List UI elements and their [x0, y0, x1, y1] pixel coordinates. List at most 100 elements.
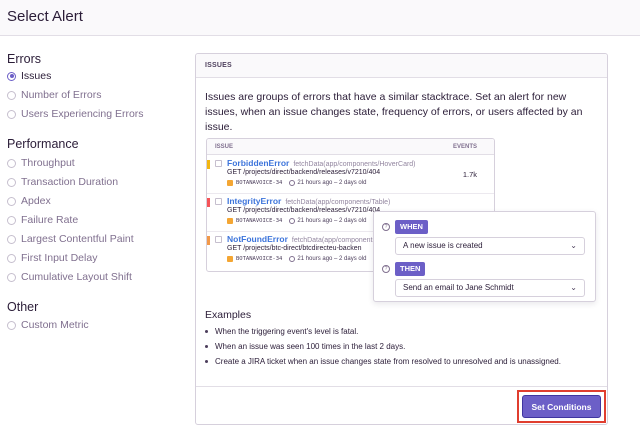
issue-meta: BOTANAVOICE-34 21 hours ago – 2 days old [227, 180, 366, 186]
radio-icon[interactable] [7, 196, 16, 206]
radio-icon[interactable] [7, 272, 16, 282]
project-icon [227, 218, 233, 224]
panel-header-label: ISSUES [205, 62, 232, 69]
example-text: When an issue was seen 100 times in the … [215, 342, 406, 351]
set-conditions-button[interactable]: Set Conditions [522, 395, 601, 418]
info-icon: ? [382, 223, 390, 231]
radio-icon[interactable] [7, 109, 16, 119]
project-id: BOTANAVOICE-34 [236, 180, 283, 186]
then-action-select: Send an email to Jane Schmidt ⌄ [395, 279, 585, 297]
option-label: Issues [21, 70, 52, 82]
issue-age: 21 hours ago – 2 days old [297, 180, 367, 186]
panel-description: Issues are groups of errors that have a … [205, 91, 583, 133]
radio-selected-icon[interactable] [7, 71, 16, 81]
project-icon [227, 180, 233, 186]
option-label: Transaction Duration [21, 176, 119, 188]
radio-icon[interactable] [7, 215, 16, 225]
then-action-value: Send an email to Jane Schmidt [403, 283, 514, 292]
option-label: Custom Metric [21, 319, 89, 331]
issue-name: NotFoundError [227, 234, 288, 244]
issue-path: GET /projects/direct/backend/releases/v7… [227, 207, 381, 214]
issue-title: NotFoundError fetchData(app/components [227, 234, 376, 244]
project-id: BOTANAVOICE-34 [236, 256, 283, 262]
chevron-down-icon: ⌄ [570, 241, 577, 250]
example-item: When the triggering event's level is fat… [205, 327, 358, 336]
option-issues[interactable]: Issues [7, 68, 51, 84]
chevron-down-icon: ⌄ [570, 283, 577, 292]
option-users-experiencing-errors[interactable]: Users Experiencing Errors [7, 106, 144, 122]
checkbox-icon [215, 236, 222, 243]
col-header-issue: ISSUE [215, 144, 234, 150]
issue-path: GET /projects/btc-direct/btcdirecteu-bac… [227, 245, 362, 252]
issue-name: IntegrityError [227, 196, 282, 206]
issue-meta: BOTANAVOICE-34 21 hours ago – 2 days old [227, 218, 366, 224]
col-header-events: EVENTS [452, 144, 477, 150]
examples-title: Examples [205, 309, 252, 321]
highlight-box: Set Conditions [517, 390, 606, 423]
bullet-icon [205, 330, 208, 333]
table-row: ForbiddenError fetchData(app/components/H… [207, 156, 494, 194]
issue-title: ForbiddenError fetchData(app/components/H… [227, 158, 416, 168]
radio-icon[interactable] [7, 320, 16, 330]
issue-age: 21 hours ago – 2 days old [297, 218, 367, 224]
issue-culprit: fetchData(app/components/HoverCard) [293, 161, 416, 168]
option-label: Number of Errors [21, 89, 102, 101]
page-title: Select Alert [7, 8, 83, 25]
radio-icon[interactable] [7, 177, 16, 187]
option-first-input-delay[interactable]: First Input Delay [7, 250, 97, 266]
panel-footer: Set Conditions [196, 386, 607, 424]
issue-meta: BOTANAVOICE-34 21 hours ago – 2 days old [227, 256, 366, 262]
radio-icon[interactable] [7, 158, 16, 168]
group-title-errors: Errors [7, 52, 42, 66]
option-failure-rate[interactable]: Failure Rate [7, 212, 78, 228]
clock-icon [289, 180, 296, 186]
radio-icon[interactable] [7, 253, 16, 263]
alert-rule-preview: ? WHEN A new issue is created ⌄ ? THEN S… [373, 211, 596, 302]
option-label: Largest Contentful Paint [21, 233, 134, 245]
bullet-icon [205, 345, 208, 348]
when-condition-select: A new issue is created ⌄ [395, 237, 585, 255]
group-title-other: Other [7, 300, 39, 314]
option-custom-metric[interactable]: Custom Metric [7, 317, 89, 333]
issue-path: GET /projects/direct/backend/releases/v7… [227, 169, 381, 176]
example-text: When the triggering event's level is fat… [215, 327, 359, 336]
issue-name: ForbiddenError [227, 158, 290, 168]
example-text: Create a JIRA ticket when an issue chang… [215, 357, 561, 366]
radio-icon[interactable] [7, 234, 16, 244]
level-indicator [207, 160, 210, 169]
example-item: Create a JIRA ticket when an issue chang… [205, 357, 561, 366]
option-transaction-duration[interactable]: Transaction Duration [7, 174, 118, 190]
clock-icon [289, 218, 296, 224]
panel-header: ISSUES [196, 54, 607, 78]
option-apdex[interactable]: Apdex [7, 193, 51, 209]
issue-title: IntegrityError fetchData(app/components/T… [227, 196, 390, 206]
page-header: Select Alert [0, 0, 640, 36]
checkbox-icon [215, 160, 222, 167]
alert-type-sidebar: Errors Issues Number of Errors Users Exp… [0, 36, 190, 447]
option-number-of-errors[interactable]: Number of Errors [7, 87, 102, 103]
option-largest-contentful-paint[interactable]: Largest Contentful Paint [7, 231, 134, 247]
option-label: Cumulative Layout Shift [21, 271, 132, 283]
issue-culprit: fetchData(app/components [291, 237, 376, 244]
when-condition-value: A new issue is created [403, 241, 483, 250]
option-throughput[interactable]: Throughput [7, 155, 75, 171]
project-id: BOTANAVOICE-34 [236, 218, 283, 224]
radio-icon[interactable] [7, 90, 16, 100]
issue-age: 21 hours ago – 2 days old [297, 256, 367, 262]
option-cumulative-layout-shift[interactable]: Cumulative Layout Shift [7, 269, 132, 285]
issues-table-header: ISSUE EVENTS [207, 139, 494, 155]
option-label: Apdex [21, 195, 51, 207]
project-icon [227, 256, 233, 262]
level-indicator [207, 198, 210, 207]
option-label: Users Experiencing Errors [21, 108, 144, 120]
group-title-performance: Performance [7, 137, 79, 151]
issues-alert-panel: ISSUES Issues are groups of errors that … [195, 53, 608, 425]
event-count: 1.7k [462, 170, 477, 179]
checkbox-icon [215, 198, 222, 205]
then-pill: THEN [395, 262, 426, 276]
clock-icon [289, 256, 296, 262]
option-label: Throughput [21, 157, 75, 169]
example-item: When an issue was seen 100 times in the … [205, 342, 405, 351]
issue-culprit: fetchData(app/components/Table) [285, 199, 391, 206]
info-icon: ? [382, 265, 390, 273]
